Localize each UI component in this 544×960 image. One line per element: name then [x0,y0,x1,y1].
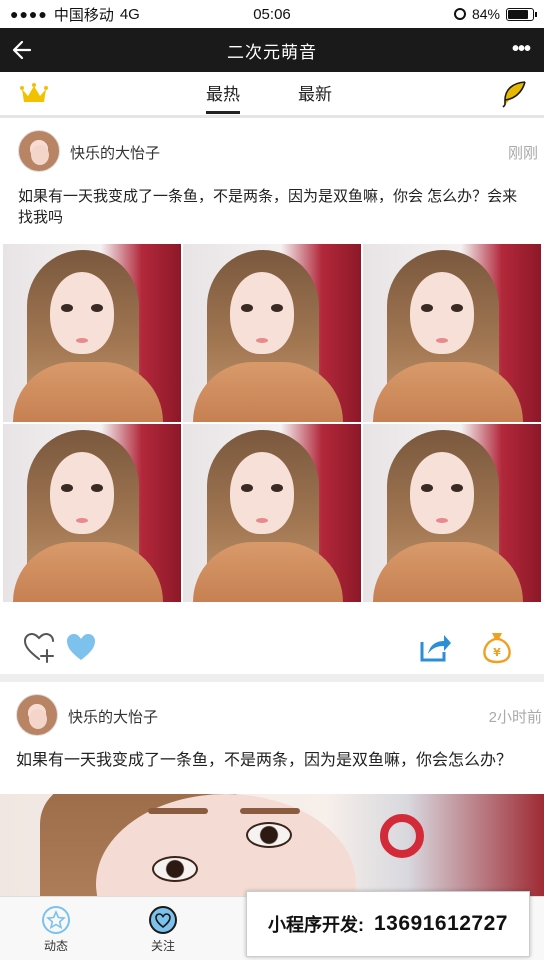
battery-percent: 84% [471,6,500,22]
promo-phone: 13691612727 [374,912,508,935]
post-photo[interactable] [183,424,361,602]
tab-bar: 最热 最新 [0,72,544,118]
signal-icon: ●●●● [10,6,48,22]
navbar: 二次元萌音 ••• [0,28,544,72]
post-username[interactable]: 快乐的大怡子 [70,142,160,163]
bottom-tab-feed[interactable]: 动态 [26,905,86,954]
alarm-icon [453,8,466,20]
promo-banner: 小程序开发: 13691612727 [246,891,530,957]
post-text: 如果有一天我变成了一条鱼，不是两条，因为是双鱼嘛，你会 怎么办？会来找我吗 [18,188,518,226]
post-actions: ¥ [0,618,544,672]
battery-icon [506,7,537,21]
promo-label: 小程序开发: [268,915,364,935]
heart-circle-icon [149,906,177,934]
photo-grid [3,244,541,604]
tab-hot[interactable]: 最热 [206,80,240,114]
post-header: 快乐的大怡子 刚刚 [0,126,544,178]
battery-fill [508,9,529,19]
post-photo[interactable] [363,424,541,602]
post-header: 快乐的大怡子 2小时前 [0,690,544,742]
share-icon[interactable] [418,630,452,664]
status-left: ●●●● 中国移动 4G [10,4,140,25]
like-add-icon[interactable] [22,630,56,664]
avatar[interactable] [18,130,60,172]
post-photo[interactable] [3,244,181,422]
svg-text:¥: ¥ [493,646,501,659]
back-arrow-icon[interactable] [10,36,38,64]
post-photo-large[interactable] [0,794,544,904]
star-circle-icon [42,906,70,934]
tab-latest[interactable]: 最新 [298,80,332,105]
post-text: 如果有一天我变成了一条鱼，不是两条，因为是双鱼嘛，你会怎么办？ [16,752,513,769]
more-menu-icon[interactable]: ••• [512,38,531,61]
post-time: 刚刚 [507,145,538,162]
post-photo[interactable] [3,424,181,602]
bottom-tab-label: 动态 [43,939,68,953]
post-separator [0,674,544,682]
post-photo[interactable] [183,244,361,422]
post-username[interactable]: 快乐的大怡子 [68,706,158,727]
carrier-label: 中国移动 [53,6,114,24]
status-bar: ●●●● 中国移动 4G 05:06 84% [0,0,544,28]
network-label: 4G [119,5,140,23]
status-right: 84% [453,6,537,22]
post-photo[interactable] [363,244,541,422]
avatar[interactable] [16,694,58,736]
crown-icon[interactable] [20,83,48,105]
post-time: 2小时前 [488,709,542,726]
bottom-tab-follow[interactable]: 关注 [133,905,193,954]
bottom-tab-label: 关注 [150,939,175,953]
heart-icon[interactable] [64,630,98,664]
money-bag-icon[interactable]: ¥ [480,630,514,664]
page-title: 二次元萌音 [227,42,317,62]
feather-icon[interactable] [500,80,528,108]
